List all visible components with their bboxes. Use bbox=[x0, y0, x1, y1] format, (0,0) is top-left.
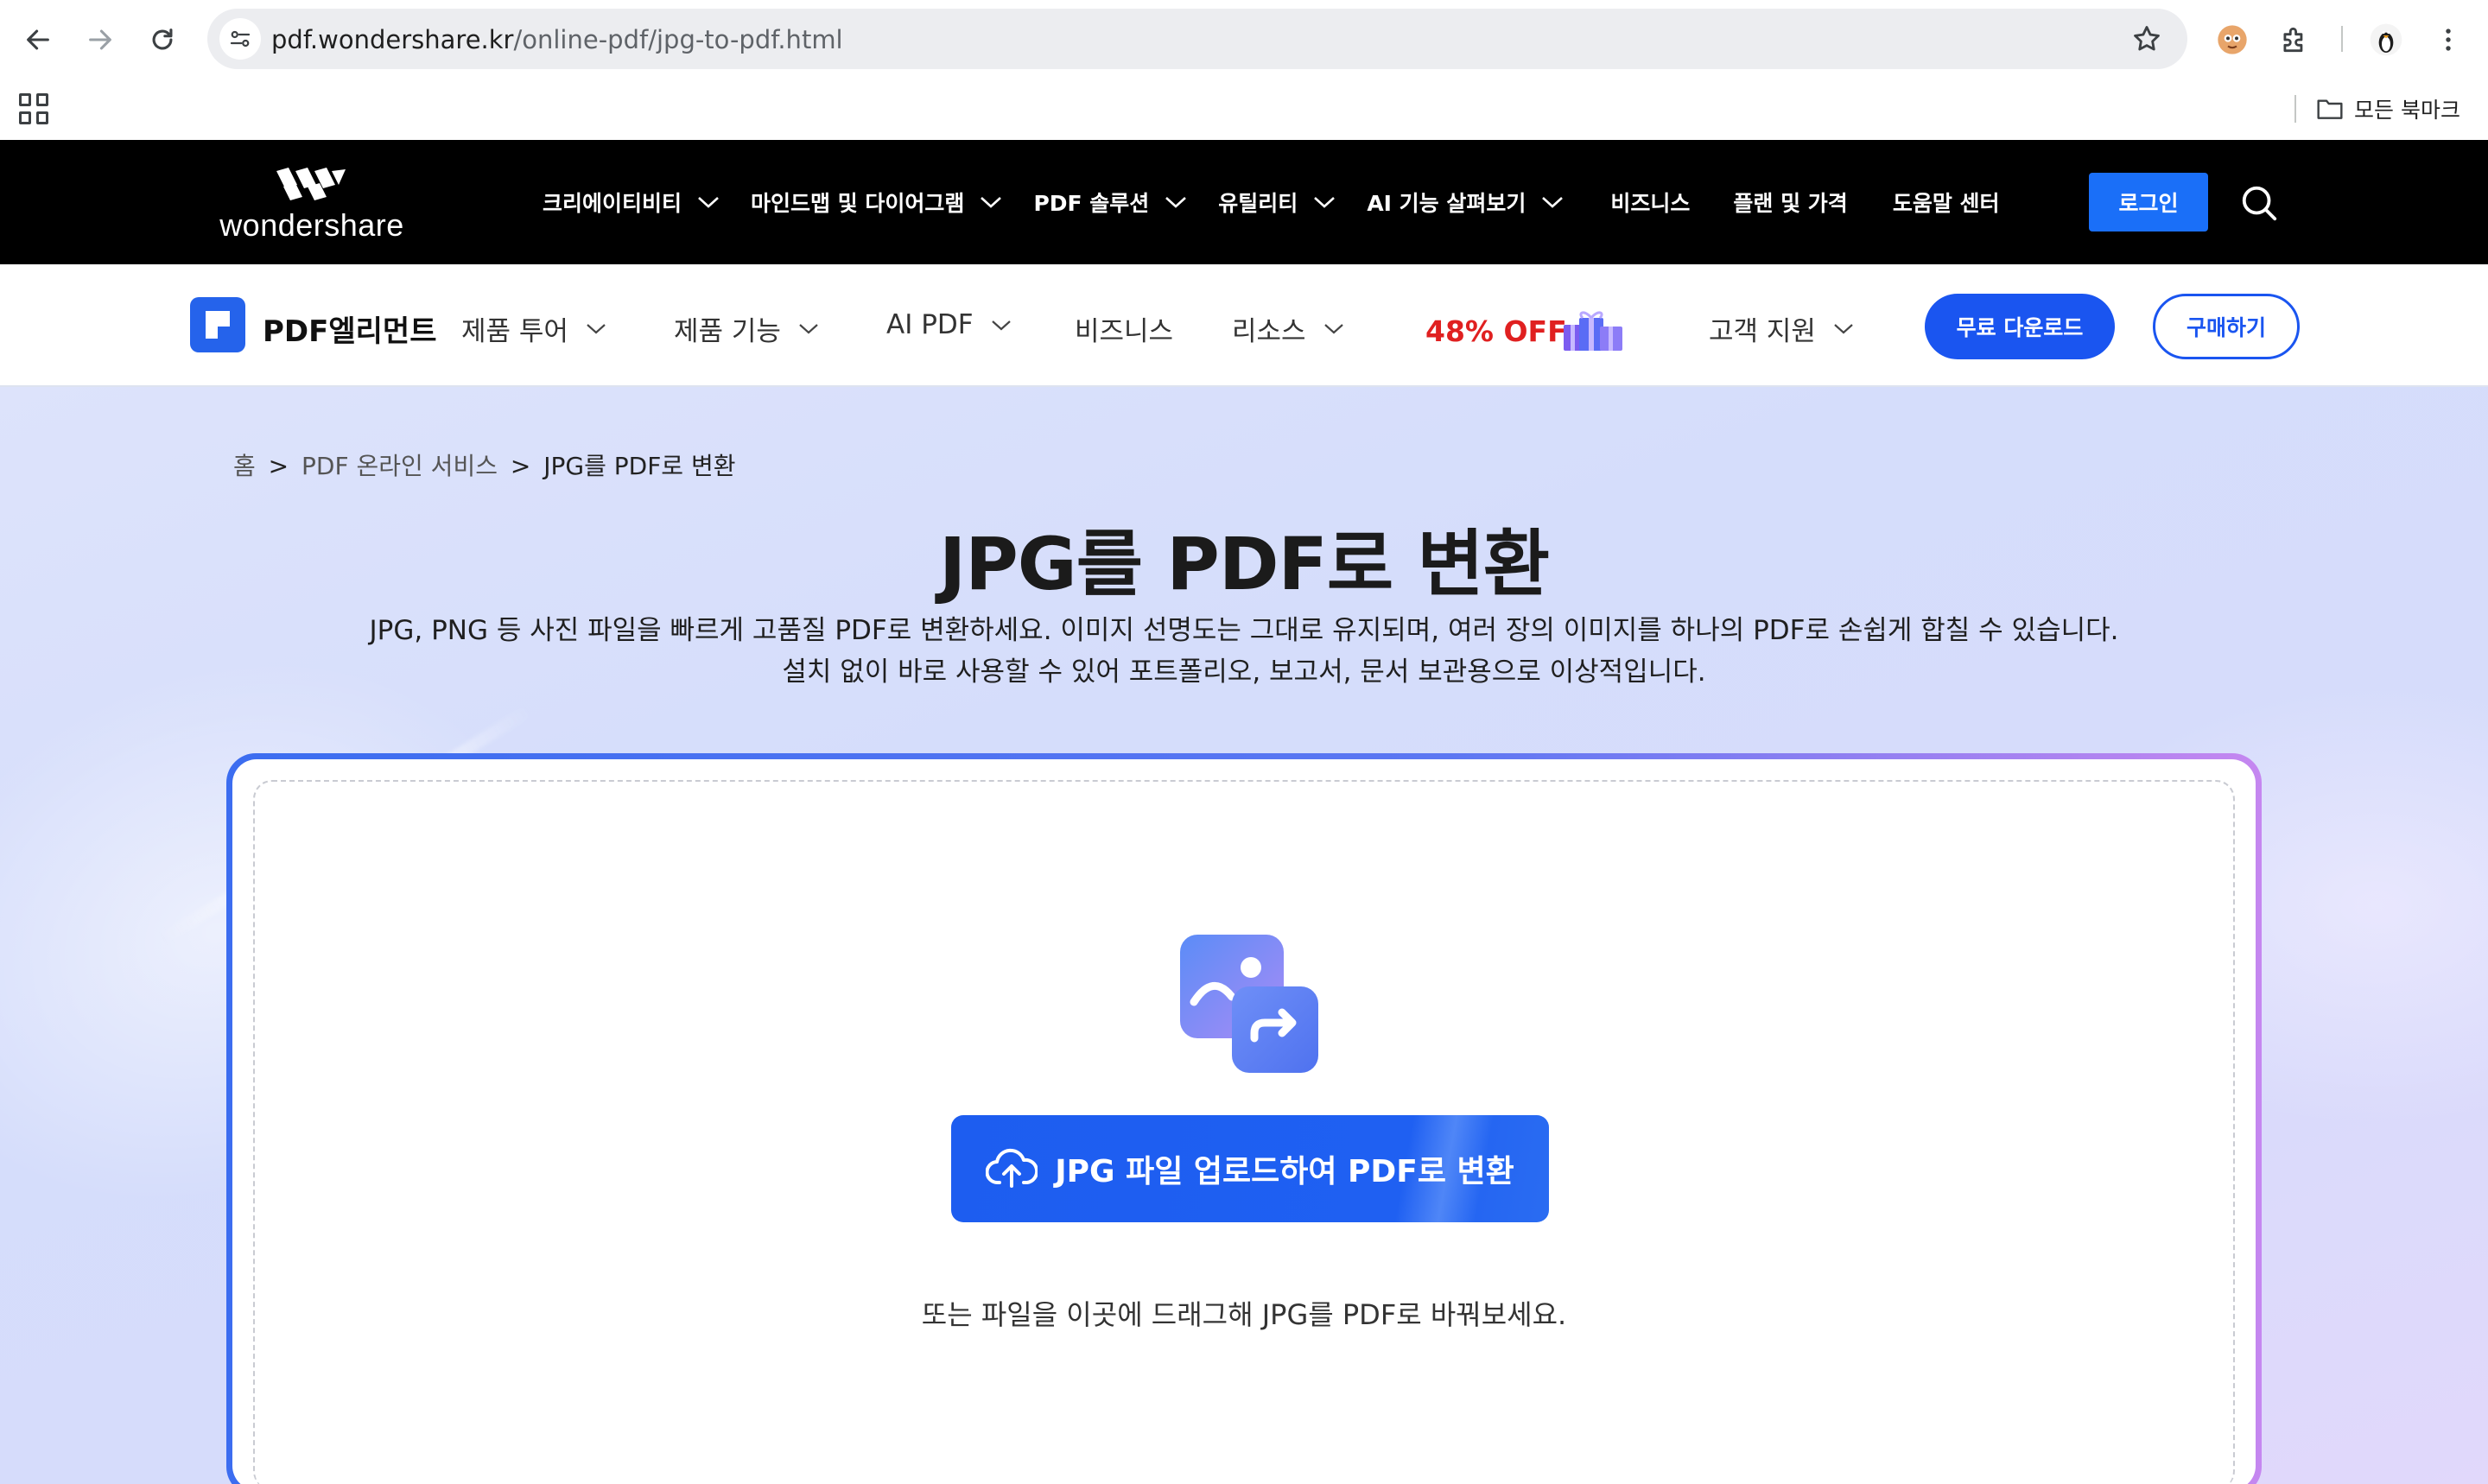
cloud-upload-icon bbox=[986, 1148, 1038, 1188]
bookmark-star-icon[interactable] bbox=[2130, 22, 2163, 55]
profile-avatar-icon[interactable] bbox=[2365, 19, 2407, 60]
folder-icon bbox=[2317, 99, 2343, 119]
bookmarks-divider bbox=[2294, 95, 2296, 123]
image-convert-icon bbox=[1180, 935, 1318, 1073]
chevron-down-icon bbox=[587, 324, 606, 334]
upload-jpg-button[interactable]: JPG 파일 업로드하여 PDF로 변환 bbox=[951, 1115, 1549, 1222]
buy-button[interactable]: 구매하기 bbox=[2153, 294, 2300, 359]
chevron-down-icon bbox=[698, 197, 719, 208]
back-arrow-icon bbox=[27, 29, 49, 50]
pnav-label: 제품 기능 bbox=[674, 316, 781, 347]
free-download-button[interactable]: 무료 다운로드 bbox=[1925, 294, 2115, 359]
gift-box-icon[interactable] bbox=[1562, 302, 1624, 352]
description-line: JPG, PNG 등 사진 파일을 빠르게 고품질 PDF로 변환하세요. 이미… bbox=[369, 615, 2119, 646]
nav-label: 크리에이티비티 bbox=[543, 191, 682, 216]
extensions-puzzle-icon[interactable] bbox=[2274, 19, 2315, 60]
breadcrumb: 홈 > PDF 온라인 서비스 > JPG를 PDF로 변환 bbox=[233, 447, 735, 482]
address-bar[interactable]: pdf.wondershare.kr/online-pdf/jpg-to-pdf… bbox=[207, 9, 2187, 69]
page-title: JPG를 PDF로 변환 bbox=[938, 522, 1550, 606]
pnav-ai-pdf[interactable]: AI PDF bbox=[886, 309, 1012, 340]
forward-button[interactable] bbox=[76, 16, 124, 64]
search-icon[interactable] bbox=[2239, 183, 2279, 223]
wondershare-wordmark: wondershare bbox=[219, 207, 404, 243]
pnav-label: 제품 투어 bbox=[461, 316, 568, 347]
browser-menu-icon[interactable] bbox=[2428, 19, 2469, 60]
reload-button[interactable] bbox=[138, 16, 187, 64]
chevron-down-icon bbox=[1165, 197, 1187, 208]
nav-label: 플랜 및 가격 bbox=[1733, 191, 1848, 216]
chevron-down-icon bbox=[1834, 324, 1853, 334]
nav-label: 마인드맵 및 다이어그램 bbox=[751, 191, 965, 216]
chevron-down-icon bbox=[799, 324, 818, 334]
page-description: JPG, PNG 등 사진 파일을 빠르게 고품질 PDF로 변환하세요. 이미… bbox=[0, 610, 2488, 693]
upload-button-label: JPG 파일 업로드하여 PDF로 변환 bbox=[1055, 1154, 1514, 1189]
chevron-down-icon bbox=[991, 320, 1011, 330]
breadcrumb-current: JPG를 PDF로 변환 bbox=[543, 452, 736, 480]
all-bookmarks-label: 모든 북마크 bbox=[2354, 98, 2460, 123]
wondershare-logo[interactable]: wondershare bbox=[219, 164, 404, 247]
url-text[interactable]: pdf.wondershare.kr/online-pdf/jpg-to-pdf… bbox=[271, 25, 843, 54]
chevron-down-icon bbox=[1314, 197, 1336, 208]
pnav-label: AI PDF bbox=[886, 309, 974, 340]
site-main-nav: 크리에이티비티 마인드맵 및 다이어그램 PDF 솔루션 유틸리티 AI 기능 … bbox=[543, 140, 2000, 264]
drag-drop-hint: 또는 파일을 이곳에 드래그해 JPG를 PDF로 바꿔보세요. bbox=[921, 1298, 1567, 1331]
pnav-product-tour[interactable]: 제품 투어 bbox=[461, 309, 606, 348]
pnav-label: 리소스 bbox=[1232, 316, 1306, 347]
product-nav: PDF엘리먼트 제품 투어 제품 기능 AI PDF 비즈니스 리소스 48% … bbox=[0, 264, 2488, 387]
apps-grid-icon[interactable] bbox=[19, 93, 50, 124]
login-button[interactable]: 로그인 bbox=[2089, 173, 2208, 231]
extension-avatar-icon[interactable] bbox=[2212, 19, 2253, 60]
url-domain: pdf.wondershare.kr bbox=[271, 25, 514, 54]
pnav-product-features[interactable]: 제품 기능 bbox=[674, 309, 819, 348]
description-line: 설치 없이 바로 사용할 수 있어 포트폴리오, 보고서, 문서 보관용으로 이… bbox=[782, 656, 1706, 688]
nav-label: 비즈니스 bbox=[1610, 191, 1691, 216]
pnav-resources[interactable]: 리소스 bbox=[1232, 309, 1344, 348]
pnav-label: 비즈니스 bbox=[1075, 316, 1174, 347]
promo-discount-label[interactable]: 48% OFF bbox=[1425, 314, 1567, 348]
chevron-down-icon bbox=[1542, 197, 1564, 208]
nav-business[interactable]: 비즈니스 bbox=[1610, 187, 1690, 218]
breadcrumb-home[interactable]: 홈 bbox=[233, 452, 256, 480]
breadcrumb-separator: > bbox=[268, 452, 289, 480]
reload-icon bbox=[152, 29, 173, 50]
nav-ai-features[interactable]: AI 기능 살펴보기 bbox=[1367, 187, 1564, 218]
bookmarks-bar: 모든 북마크 bbox=[0, 79, 2488, 140]
pnav-business[interactable]: 비즈니스 bbox=[1075, 309, 1173, 348]
back-button[interactable] bbox=[14, 16, 62, 64]
nav-utility[interactable]: 유틸리티 bbox=[1218, 187, 1336, 218]
browser-toolbar: pdf.wondershare.kr/online-pdf/jpg-to-pdf… bbox=[0, 0, 2488, 79]
upload-dropzone[interactable]: JPG 파일 업로드하여 PDF로 변환 또는 파일을 이곳에 드래그해 JPG… bbox=[232, 759, 2256, 1484]
pdfelement-logo-icon[interactable] bbox=[190, 297, 245, 352]
url-path: /online-pdf/jpg-to-pdf.html bbox=[513, 25, 843, 54]
pnav-label: 고객 지원 bbox=[1709, 316, 1816, 347]
chevron-down-icon bbox=[1323, 324, 1343, 334]
wondershare-mark-icon bbox=[276, 168, 346, 200]
nav-plans-pricing[interactable]: 플랜 및 가격 bbox=[1733, 187, 1847, 218]
nav-label: 유틸리티 bbox=[1218, 191, 1298, 216]
forward-arrow-icon bbox=[89, 29, 111, 50]
all-bookmarks-button[interactable]: 모든 북마크 bbox=[2316, 93, 2460, 124]
nav-creativity[interactable]: 크리에이티비티 bbox=[543, 187, 720, 218]
toolbar-divider bbox=[2341, 26, 2343, 52]
nav-label: PDF 솔루션 bbox=[1033, 191, 1150, 216]
nav-label: AI 기능 살펴보기 bbox=[1367, 191, 1526, 216]
chevron-down-icon bbox=[981, 197, 1002, 208]
hero-section: 홈 > PDF 온라인 서비스 > JPG를 PDF로 변환 JPG를 PDF로… bbox=[0, 387, 2488, 1484]
nav-mindmap-diagram[interactable]: 마인드맵 및 다이어그램 bbox=[751, 187, 1002, 218]
site-info-button[interactable] bbox=[219, 18, 261, 60]
nav-label: 도움말 센터 bbox=[1892, 191, 2000, 216]
upload-dropzone-frame: JPG 파일 업로드하여 PDF로 변환 또는 파일을 이곳에 드래그해 JPG… bbox=[226, 753, 2262, 1484]
breadcrumb-pdf-online[interactable]: PDF 온라인 서비스 bbox=[301, 452, 498, 480]
site-header: wondershare 크리에이티비티 마인드맵 및 다이어그램 PDF 솔루션… bbox=[0, 140, 2488, 264]
pnav-customer-support[interactable]: 고객 지원 bbox=[1709, 309, 1854, 348]
nav-pdf-solution[interactable]: PDF 솔루션 bbox=[1033, 187, 1187, 218]
product-brand-name[interactable]: PDF엘리먼트 bbox=[263, 308, 437, 350]
breadcrumb-separator: > bbox=[510, 452, 531, 480]
nav-help-center[interactable]: 도움말 센터 bbox=[1893, 187, 2000, 218]
tune-icon bbox=[230, 30, 251, 48]
